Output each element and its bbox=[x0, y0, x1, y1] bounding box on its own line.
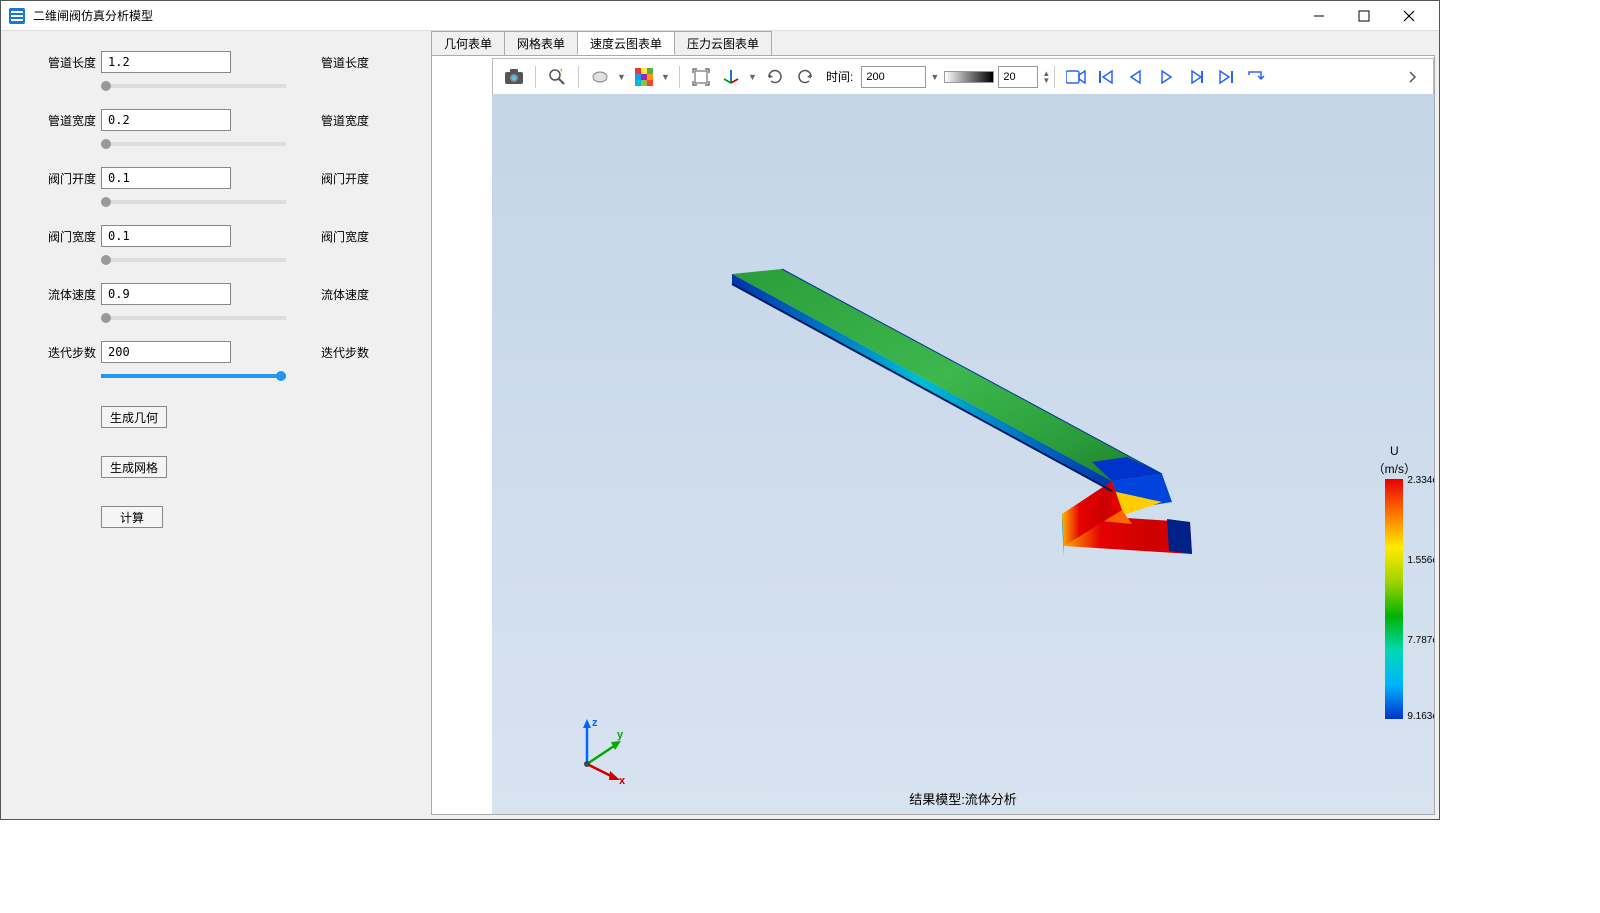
time-label: 时间: bbox=[826, 68, 853, 85]
axis-dropdown-icon[interactable]: ▼ bbox=[748, 72, 758, 82]
param-slider-2[interactable] bbox=[101, 200, 286, 204]
prev-frame-icon[interactable] bbox=[1123, 64, 1149, 90]
param-slider-4[interactable] bbox=[101, 316, 286, 320]
first-frame-icon[interactable] bbox=[1093, 64, 1119, 90]
param-label: 管道长度 bbox=[41, 54, 96, 71]
param-input-0[interactable] bbox=[101, 51, 231, 73]
svg-text:x: x bbox=[619, 775, 626, 784]
param-input-3[interactable] bbox=[101, 225, 231, 247]
colorbar-variable: U bbox=[1390, 444, 1399, 458]
param-right-label: 阀门开度 bbox=[321, 170, 369, 187]
colorbar-tick-min: 9.163e-04 bbox=[1407, 711, 1434, 722]
tab-1[interactable]: 网格表单 bbox=[504, 31, 578, 55]
calculate-button[interactable]: 计算 bbox=[101, 506, 163, 528]
fit-view-icon[interactable] bbox=[688, 64, 714, 90]
3d-viewport[interactable]: z y x U （m/s） 2.334e+00 bbox=[492, 94, 1434, 814]
param-label: 流体速度 bbox=[41, 286, 96, 303]
zoom-icon[interactable] bbox=[544, 64, 570, 90]
minimize-button[interactable] bbox=[1296, 2, 1341, 30]
colormap-dropdown-icon[interactable]: ▼ bbox=[661, 72, 671, 82]
param-slider-5[interactable] bbox=[101, 374, 286, 378]
param-label: 管道宽度 bbox=[41, 112, 96, 129]
time-input[interactable] bbox=[861, 66, 926, 88]
param-right-label: 阀门宽度 bbox=[321, 228, 369, 245]
param-right-label: 管道长度 bbox=[321, 54, 369, 71]
param-slider-3[interactable] bbox=[101, 258, 286, 262]
param-input-5[interactable] bbox=[101, 341, 231, 363]
colorbar: U （m/s） 2.334e+00 1.556e+00 7.787e-01 9.… bbox=[1373, 444, 1416, 719]
last-frame-icon[interactable] bbox=[1213, 64, 1239, 90]
result-model-label: 结果模型:流体分析 bbox=[909, 789, 1017, 808]
titlebar: 二维闸阀仿真分析模型 bbox=[1, 1, 1439, 31]
play-icon[interactable] bbox=[1153, 64, 1179, 90]
colormap-icon[interactable] bbox=[631, 64, 657, 90]
parameter-panel: 管道长度 管道长度 管道宽度 管道宽度 阀门开度 阀门开度 阀门宽度 阀门宽度 … bbox=[1, 31, 431, 819]
maximize-button[interactable] bbox=[1341, 2, 1386, 30]
param-label: 阀门宽度 bbox=[41, 228, 96, 245]
loop-icon[interactable] bbox=[1243, 64, 1269, 90]
camera-icon[interactable] bbox=[501, 64, 527, 90]
param-right-label: 流体速度 bbox=[321, 286, 369, 303]
rotate-ccw-icon[interactable] bbox=[762, 64, 788, 90]
frame-spinner[interactable] bbox=[998, 66, 1038, 88]
time-dropdown-icon[interactable]: ▼ bbox=[930, 72, 940, 82]
more-icon[interactable] bbox=[1399, 64, 1425, 90]
tab-0[interactable]: 几何表单 bbox=[431, 31, 505, 55]
param-slider-0[interactable] bbox=[101, 84, 286, 88]
param-slider-1[interactable] bbox=[101, 142, 286, 146]
param-right-label: 管道宽度 bbox=[321, 112, 369, 129]
param-input-1[interactable] bbox=[101, 109, 231, 131]
svg-text:z: z bbox=[592, 717, 598, 729]
tab-3[interactable]: 压力云图表单 bbox=[674, 31, 772, 55]
tab-2[interactable]: 速度云图表单 bbox=[577, 31, 675, 55]
video-icon[interactable] bbox=[1063, 64, 1089, 90]
param-label: 迭代步数 bbox=[41, 344, 96, 361]
surface-dropdown-icon[interactable]: ▼ bbox=[617, 72, 627, 82]
param-right-label: 迭代步数 bbox=[321, 344, 369, 361]
axis-icon[interactable] bbox=[718, 64, 744, 90]
tabs: 几何表单网格表单速度云图表单压力云图表单 bbox=[431, 31, 1439, 55]
surface-mode-icon[interactable] bbox=[587, 64, 613, 90]
generate-mesh-button[interactable]: 生成网格 bbox=[101, 456, 167, 478]
simulation-geometry bbox=[632, 264, 1192, 604]
svg-text:y: y bbox=[617, 729, 624, 741]
colorbar-tick-max: 2.334e+00 bbox=[1407, 475, 1434, 486]
app-icon bbox=[9, 8, 25, 24]
ramp-slider[interactable] bbox=[944, 71, 994, 83]
next-frame-icon[interactable] bbox=[1183, 64, 1209, 90]
param-input-2[interactable] bbox=[101, 167, 231, 189]
viewer-toolbar: ▼ ▼ ▼ bbox=[492, 58, 1434, 94]
close-button[interactable] bbox=[1386, 2, 1431, 30]
param-label: 阀门开度 bbox=[41, 170, 96, 187]
rotate-cw-icon[interactable] bbox=[792, 64, 818, 90]
param-input-4[interactable] bbox=[101, 283, 231, 305]
generate-geometry-button[interactable]: 生成几何 bbox=[101, 406, 167, 428]
viewer-container: ▼ ▼ ▼ bbox=[431, 55, 1435, 815]
colorbar-tick: 1.556e+00 bbox=[1407, 555, 1434, 566]
axis-triad-icon: z y x bbox=[567, 714, 637, 784]
colorbar-tick: 7.787e-01 bbox=[1407, 635, 1434, 646]
window-title: 二维闸阀仿真分析模型 bbox=[33, 7, 1296, 24]
